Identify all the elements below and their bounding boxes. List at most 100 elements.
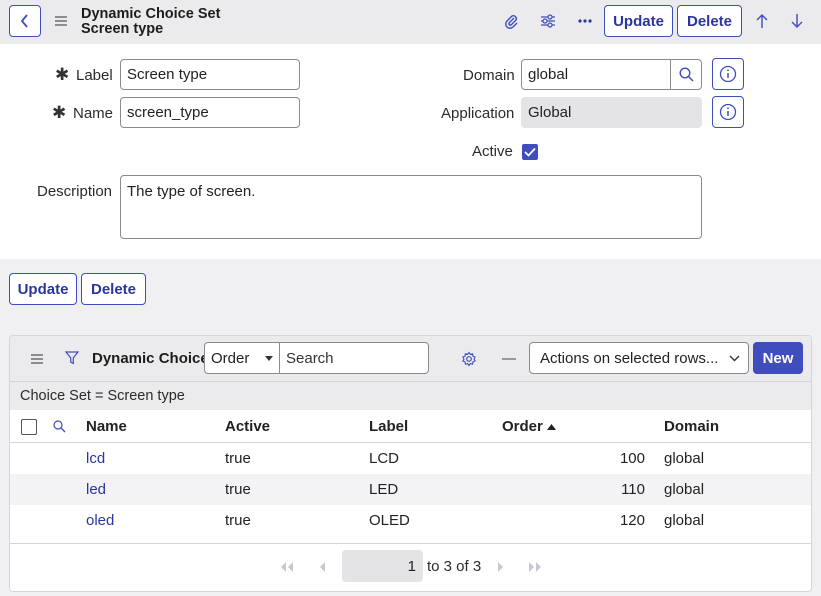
filter-breadcrumb[interactable]: Choice Set = Screen type: [10, 382, 811, 410]
info-icon: [719, 65, 737, 83]
chevron-left-icon: [19, 13, 31, 29]
search-field-value: Order: [211, 349, 250, 367]
previous-record-button[interactable]: [751, 10, 773, 32]
next-page-button[interactable]: [493, 558, 507, 576]
personalize-form-button[interactable]: [537, 10, 559, 32]
table-row: lcd true LCD 100 global: [10, 443, 811, 474]
row-name-link[interactable]: led: [86, 481, 106, 498]
domain-input[interactable]: global: [521, 59, 671, 90]
page-number-value: 1: [407, 557, 416, 575]
arrow-up-icon: [756, 13, 768, 29]
row-label: OLED: [369, 512, 410, 529]
select-all-checkbox[interactable]: [21, 419, 37, 435]
active-field-label: Active: [472, 143, 513, 160]
domain-info-button[interactable]: [712, 58, 744, 90]
next-record-button[interactable]: [786, 10, 808, 32]
more-options-button[interactable]: [574, 10, 596, 32]
row-order: 120: [619, 512, 645, 529]
application-info-button[interactable]: [712, 96, 744, 128]
last-page-button[interactable]: [526, 558, 544, 576]
double-chevron-right-icon: [528, 562, 542, 572]
hamburger-menu-button[interactable]: [53, 12, 69, 30]
checkmark-icon: [524, 147, 536, 157]
arrow-down-icon: [791, 13, 803, 29]
column-header-name[interactable]: Name: [86, 418, 127, 435]
list-settings-button[interactable]: [459, 349, 479, 369]
column-header-domain[interactable]: Domain: [664, 418, 719, 435]
pagination: 1 to 3 of 3: [10, 543, 811, 591]
page-range-text: to 3 of 3: [427, 558, 482, 575]
hamburger-icon: [55, 16, 67, 26]
hamburger-icon: [31, 354, 43, 364]
list-search-input[interactable]: Search: [279, 342, 429, 374]
header-delete-button[interactable]: Delete: [677, 5, 742, 37]
gear-icon: [461, 351, 477, 367]
required-indicator-icon: ✱: [52, 103, 67, 122]
list-toolbar: Dynamic Choices Order Search Actions on …: [10, 336, 811, 382]
column-search-button[interactable]: [51, 418, 67, 434]
sliders-icon: [540, 14, 556, 28]
column-header-active[interactable]: Active: [225, 418, 270, 435]
previous-page-button[interactable]: [315, 558, 329, 576]
name-input-value: screen_type: [127, 104, 209, 121]
table-row: led true LED 110 global: [10, 474, 811, 505]
new-button[interactable]: New: [753, 342, 803, 374]
paperclip-icon: [503, 13, 519, 29]
dynamic-choices-related-list: Dynamic Choices Order Search Actions on …: [9, 335, 812, 592]
row-name-link[interactable]: oled: [86, 512, 114, 529]
filter-breadcrumb-text[interactable]: Choice Set = Screen type: [20, 388, 185, 404]
form-delete-button[interactable]: Delete: [81, 273, 146, 305]
search-icon: [678, 67, 694, 82]
row-label: LED: [369, 481, 399, 498]
required-indicator-icon: ✱: [55, 65, 70, 84]
application-field-label: Application: [441, 105, 515, 122]
row-label: LCD: [369, 450, 400, 467]
minus-icon: [502, 358, 516, 360]
first-page-button[interactable]: [278, 558, 296, 576]
attachment-button[interactable]: [500, 10, 522, 32]
info-icon: [719, 103, 737, 121]
column-header-label[interactable]: Label: [369, 418, 408, 435]
description-value: The type of screen.: [127, 183, 256, 200]
row-name-link[interactable]: lcd: [86, 450, 105, 467]
domain-field-label: Domain: [463, 67, 515, 84]
double-chevron-left-icon: [280, 562, 294, 572]
search-placeholder: Search: [286, 349, 334, 367]
actions-select-value: Actions on selected rows...: [540, 349, 719, 367]
active-checkbox[interactable]: [522, 144, 538, 160]
column-header-order[interactable]: Order: [502, 418, 543, 435]
label-input[interactable]: Screen type: [120, 59, 300, 90]
label-field-label: Label: [76, 67, 113, 84]
chevron-down-icon: [729, 355, 740, 362]
search-field-select[interactable]: Order: [204, 342, 280, 374]
domain-lookup-button[interactable]: [670, 59, 702, 90]
filter-button[interactable]: [63, 349, 81, 367]
actions-on-selected-rows-select[interactable]: Actions on selected rows...: [529, 342, 749, 374]
chevron-left-icon: [319, 562, 326, 572]
related-list-title: Dynamic Choices: [92, 350, 218, 367]
table-header: Name Active Label Order Domain: [10, 410, 811, 443]
description-textarea[interactable]: The type of screen.: [120, 175, 702, 239]
label-input-value: Screen type: [127, 66, 208, 83]
page-title-line2: Screen type: [81, 21, 164, 37]
row-order: 110: [621, 481, 645, 498]
description-field-label: Description: [37, 183, 113, 200]
row-active: true: [225, 481, 251, 498]
row-domain: global: [664, 481, 705, 498]
page-number-input[interactable]: 1: [342, 550, 423, 582]
domain-input-value: global: [528, 66, 569, 83]
form-update-button[interactable]: Update: [9, 273, 77, 305]
record-form: ✱ Label Screen type ✱ Name screen_type D…: [0, 44, 821, 259]
search-icon: [52, 419, 66, 433]
name-input[interactable]: screen_type: [120, 97, 300, 128]
back-button[interactable]: [9, 5, 41, 37]
collapse-list-button[interactable]: [500, 349, 518, 369]
row-order: 100: [619, 450, 645, 467]
row-active: true: [225, 512, 251, 529]
list-menu-button[interactable]: [28, 350, 46, 368]
table-row: oled true OLED 120 global: [10, 505, 811, 536]
form-header: Dynamic Choice Set Screen type Update De…: [0, 0, 821, 44]
ellipsis-icon: [578, 19, 592, 23]
header-update-button[interactable]: Update: [604, 5, 673, 37]
filter-funnel-icon: [65, 351, 79, 365]
